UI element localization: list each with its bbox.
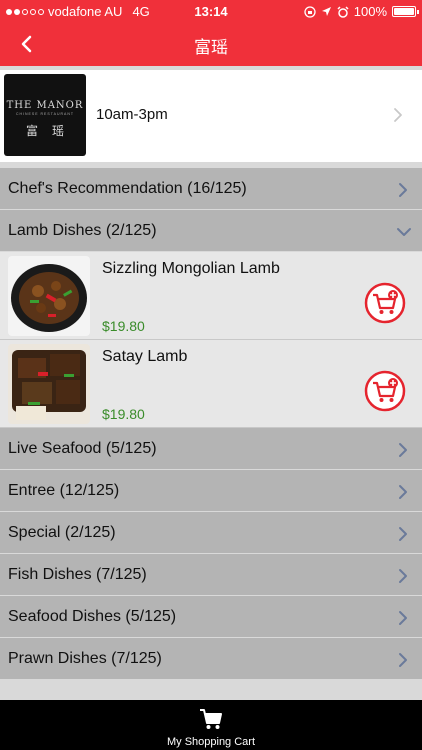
chevron-right-icon bbox=[394, 108, 402, 122]
dish-name: Satay Lamb bbox=[102, 348, 188, 365]
add-to-cart-icon[interactable] bbox=[364, 370, 406, 412]
opening-hours: 10am-3pm bbox=[96, 106, 168, 123]
dish-row[interactable]: Satay Lamb $19.80 bbox=[0, 340, 422, 428]
chevron-right-icon bbox=[399, 527, 407, 541]
menu-category-list: Chef's Recommendation (16/125) Lamb Dish… bbox=[0, 168, 422, 680]
add-to-cart-icon[interactable] bbox=[364, 282, 406, 324]
chevron-right-icon bbox=[399, 485, 407, 499]
category-row-chefs-recommendation[interactable]: Chef's Recommendation (16/125) bbox=[0, 168, 422, 210]
shopping-cart-label: My Shopping Cart bbox=[166, 736, 256, 748]
shopping-cart-icon bbox=[200, 709, 222, 729]
chevron-right-icon bbox=[399, 443, 407, 457]
restaurant-header[interactable]: THE MANOR CHINESE RESTAURANT 富瑶 10am-3pm bbox=[0, 70, 422, 162]
battery-percent: 100% bbox=[353, 4, 387, 19]
chevron-right-icon bbox=[399, 611, 407, 625]
category-label: Prawn Dishes (7/125) bbox=[8, 650, 162, 667]
nav-bar: 富瑶 bbox=[0, 22, 422, 66]
page-title: 富瑶 bbox=[194, 38, 228, 58]
category-row-live-seafood[interactable]: Live Seafood (5/125) bbox=[0, 428, 422, 470]
chevron-right-icon bbox=[399, 653, 407, 667]
shopping-cart-bar[interactable]: My Shopping Cart bbox=[0, 700, 422, 750]
status-right: 100% bbox=[304, 4, 419, 19]
category-row-lamb-dishes[interactable]: Lamb Dishes (2/125) bbox=[0, 210, 422, 252]
category-row-entree[interactable]: Entree (12/125) bbox=[0, 470, 422, 512]
restaurant-logo: THE MANOR CHINESE RESTAURANT 富瑶 bbox=[4, 74, 86, 156]
chevron-right-icon bbox=[399, 183, 407, 197]
dish-photo bbox=[8, 256, 90, 336]
category-label: Live Seafood (5/125) bbox=[8, 440, 157, 457]
dish-row[interactable]: Sizzling Mongolian Lamb $19.80 bbox=[0, 252, 422, 340]
category-row-prawn-dishes[interactable]: Prawn Dishes (7/125) bbox=[0, 638, 422, 680]
category-row-special[interactable]: Special (2/125) bbox=[0, 512, 422, 554]
location-arrow-icon bbox=[321, 7, 331, 16]
category-label: Seafood Dishes (5/125) bbox=[8, 608, 177, 625]
dish-photo bbox=[8, 344, 90, 424]
category-label: Fish Dishes (7/125) bbox=[8, 566, 147, 583]
category-label: Entree (12/125) bbox=[8, 482, 120, 499]
category-label: Special (2/125) bbox=[8, 524, 116, 541]
battery-icon bbox=[392, 6, 419, 17]
category-label: Lamb Dishes (2/125) bbox=[8, 222, 157, 239]
chevron-down-icon bbox=[397, 228, 411, 236]
dish-name: Sizzling Mongolian Lamb bbox=[102, 260, 280, 277]
chevron-right-icon bbox=[399, 569, 407, 583]
category-label: Chef's Recommendation (16/125) bbox=[8, 180, 247, 197]
status-bar: vodafone AU 4G 13:14 100% bbox=[0, 0, 422, 22]
dish-price: $19.80 bbox=[102, 406, 145, 422]
lock-rotation-icon bbox=[304, 5, 316, 18]
category-row-fish-dishes[interactable]: Fish Dishes (7/125) bbox=[0, 554, 422, 596]
category-row-seafood-dishes[interactable]: Seafood Dishes (5/125) bbox=[0, 596, 422, 638]
alarm-icon bbox=[337, 5, 349, 18]
dish-price: $19.80 bbox=[102, 318, 145, 334]
